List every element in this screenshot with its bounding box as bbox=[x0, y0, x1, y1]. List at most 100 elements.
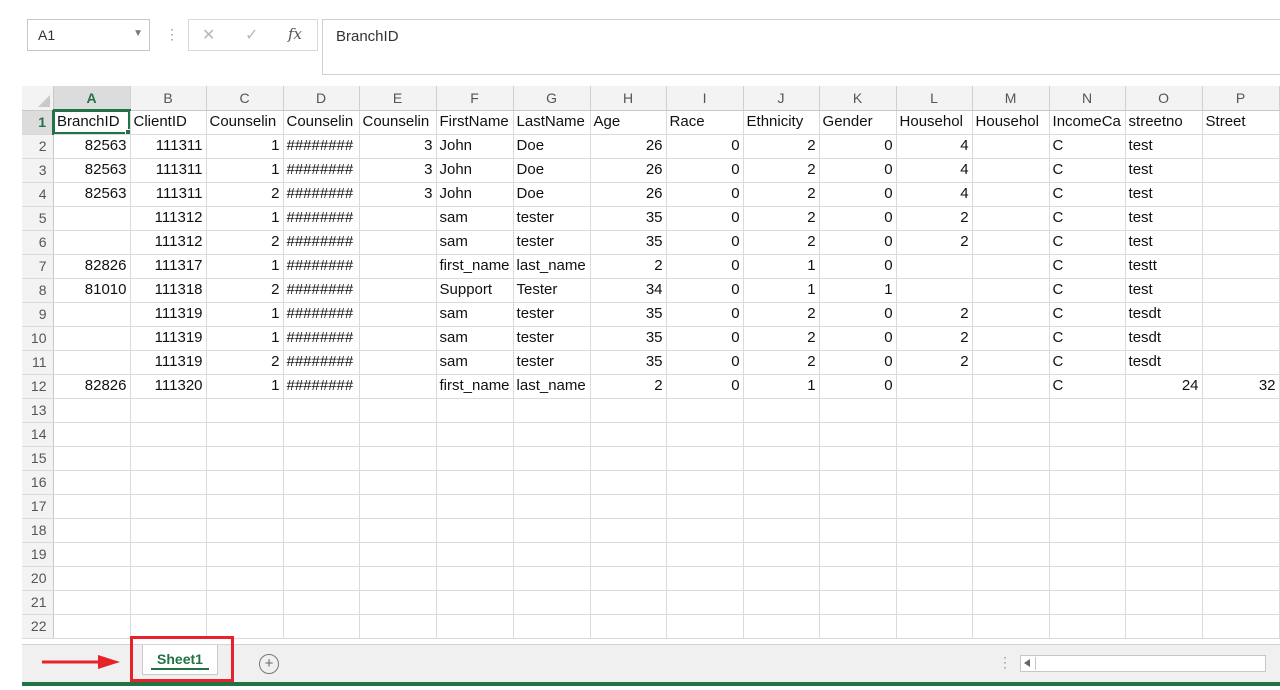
cell[interactable] bbox=[206, 494, 284, 519]
cell[interactable]: C bbox=[1049, 230, 1126, 255]
cell[interactable]: 2 bbox=[743, 302, 820, 327]
cell[interactable]: C bbox=[1049, 302, 1126, 327]
scrollbar-thumb[interactable] bbox=[1035, 657, 1036, 670]
cell[interactable] bbox=[819, 566, 897, 591]
cell[interactable] bbox=[359, 518, 437, 543]
cell[interactable] bbox=[1125, 446, 1203, 471]
row-header[interactable]: 20 bbox=[22, 566, 54, 591]
cell[interactable] bbox=[1125, 398, 1203, 423]
cell[interactable]: 2 bbox=[206, 278, 284, 303]
cell[interactable]: 2 bbox=[590, 254, 667, 279]
cell[interactable] bbox=[1049, 590, 1126, 615]
cell[interactable]: ######## bbox=[283, 350, 360, 375]
cell[interactable] bbox=[359, 422, 437, 447]
cell[interactable] bbox=[1049, 542, 1126, 567]
row-header[interactable]: 18 bbox=[22, 518, 54, 543]
cell[interactable]: 0 bbox=[819, 374, 897, 399]
cell[interactable]: ######## bbox=[283, 230, 360, 255]
cell[interactable] bbox=[896, 398, 973, 423]
cell[interactable]: 111318 bbox=[130, 278, 207, 303]
column-header[interactable]: N bbox=[1049, 86, 1126, 111]
cell[interactable] bbox=[283, 590, 360, 615]
cell[interactable] bbox=[359, 302, 437, 327]
cell[interactable] bbox=[436, 398, 514, 423]
cell[interactable]: 111311 bbox=[130, 134, 207, 159]
cell[interactable] bbox=[53, 326, 131, 351]
cell[interactable]: Tester bbox=[513, 278, 591, 303]
cell[interactable] bbox=[206, 614, 284, 639]
cell[interactable]: sam bbox=[436, 350, 514, 375]
cell[interactable] bbox=[666, 518, 744, 543]
cell[interactable]: test bbox=[1125, 134, 1203, 159]
cell[interactable]: 0 bbox=[666, 230, 744, 255]
cell[interactable] bbox=[53, 566, 131, 591]
cell[interactable]: 34 bbox=[590, 278, 667, 303]
cell[interactable] bbox=[359, 230, 437, 255]
cell[interactable]: 0 bbox=[819, 254, 897, 279]
row-header[interactable]: 8 bbox=[22, 278, 54, 303]
cell[interactable] bbox=[819, 518, 897, 543]
cell[interactable]: 111311 bbox=[130, 182, 207, 207]
cell[interactable] bbox=[896, 518, 973, 543]
cell[interactable] bbox=[283, 542, 360, 567]
cell[interactable] bbox=[972, 518, 1050, 543]
row-header[interactable]: 9 bbox=[22, 302, 54, 327]
cell[interactable] bbox=[53, 302, 131, 327]
cell[interactable]: 111319 bbox=[130, 302, 207, 327]
cell[interactable] bbox=[1202, 278, 1280, 303]
cancel-icon[interactable]: ✕ bbox=[202, 25, 215, 45]
cell[interactable] bbox=[359, 470, 437, 495]
row-header[interactable]: 21 bbox=[22, 590, 54, 615]
row-header[interactable]: 12 bbox=[22, 374, 54, 399]
cell[interactable]: 82563 bbox=[53, 134, 131, 159]
cell[interactable]: ######## bbox=[283, 374, 360, 399]
enter-icon[interactable]: ✓ bbox=[245, 25, 258, 45]
cell[interactable]: 35 bbox=[590, 206, 667, 231]
cell[interactable] bbox=[972, 494, 1050, 519]
column-header[interactable]: H bbox=[590, 86, 667, 111]
cell[interactable] bbox=[590, 614, 667, 639]
cell[interactable]: 0 bbox=[819, 230, 897, 255]
cell[interactable]: 82563 bbox=[53, 182, 131, 207]
column-header[interactable]: F bbox=[436, 86, 514, 111]
cell[interactable] bbox=[896, 254, 973, 279]
cell[interactable] bbox=[513, 518, 591, 543]
cell[interactable] bbox=[972, 566, 1050, 591]
cell[interactable]: Househol bbox=[972, 110, 1050, 135]
cell[interactable]: sam bbox=[436, 206, 514, 231]
cell[interactable]: 0 bbox=[819, 158, 897, 183]
cell[interactable] bbox=[130, 470, 207, 495]
cell[interactable] bbox=[436, 446, 514, 471]
cell[interactable]: ######## bbox=[283, 326, 360, 351]
cell[interactable] bbox=[359, 278, 437, 303]
cell[interactable] bbox=[513, 398, 591, 423]
cell[interactable] bbox=[1202, 134, 1280, 159]
cell[interactable]: 2 bbox=[206, 350, 284, 375]
cell[interactable]: ######## bbox=[283, 158, 360, 183]
cell[interactable]: last_name bbox=[513, 254, 591, 279]
cell[interactable] bbox=[206, 542, 284, 567]
cell[interactable]: 1 bbox=[819, 278, 897, 303]
cell[interactable] bbox=[283, 470, 360, 495]
cell[interactable] bbox=[1202, 518, 1280, 543]
cell[interactable] bbox=[513, 446, 591, 471]
cell[interactable] bbox=[972, 590, 1050, 615]
cell[interactable] bbox=[1049, 446, 1126, 471]
cell[interactable]: 3 bbox=[359, 134, 437, 159]
cell[interactable]: test bbox=[1125, 158, 1203, 183]
cell[interactable]: 2 bbox=[743, 326, 820, 351]
cell[interactable] bbox=[896, 494, 973, 519]
cell[interactable]: Doe bbox=[513, 182, 591, 207]
row-header[interactable]: 2 bbox=[22, 134, 54, 159]
cell[interactable]: 26 bbox=[590, 158, 667, 183]
cell[interactable] bbox=[972, 398, 1050, 423]
cell[interactable]: Ethnicity bbox=[743, 110, 820, 135]
cell[interactable]: 35 bbox=[590, 302, 667, 327]
cell[interactable] bbox=[359, 374, 437, 399]
cell[interactable] bbox=[283, 446, 360, 471]
cell[interactable] bbox=[590, 446, 667, 471]
cell[interactable] bbox=[972, 326, 1050, 351]
cell[interactable]: C bbox=[1049, 374, 1126, 399]
cell[interactable]: 3 bbox=[359, 182, 437, 207]
cell[interactable] bbox=[666, 566, 744, 591]
